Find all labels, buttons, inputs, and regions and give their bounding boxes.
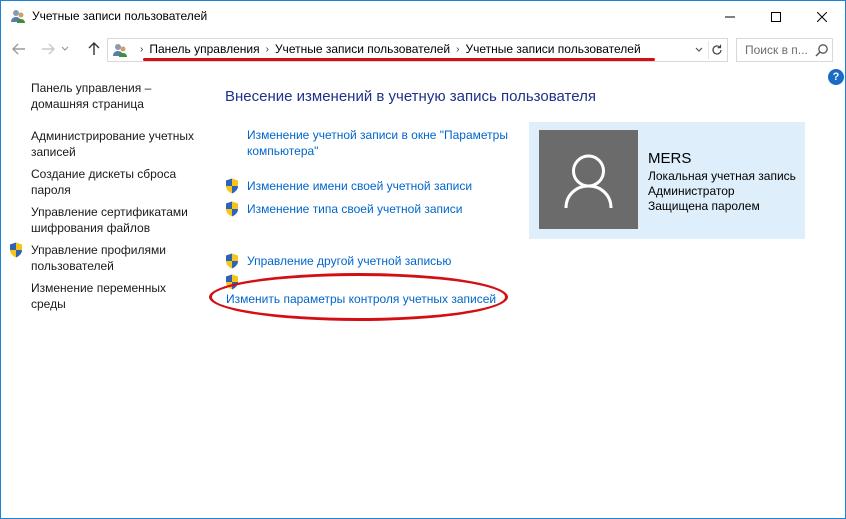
sidebar-item-label: Создание дискеты сброса [31, 167, 177, 181]
refresh-button[interactable] [708, 41, 725, 59]
back-button[interactable] [10, 40, 28, 58]
chevron-down-icon [695, 47, 703, 52]
breadcrumb: › Панель управления › Учетные записи пол… [134, 42, 641, 56]
avatar [539, 130, 638, 229]
close-icon [817, 11, 827, 22]
user-accounts-icon [113, 44, 127, 57]
minimize-button[interactable] [707, 1, 753, 32]
control-panel-window: Учетные записи пользователей › Панель уп… [0, 0, 846, 519]
breadcrumb-user-accounts-current[interactable]: Учетные записи пользователей [465, 42, 640, 56]
up-button[interactable] [85, 40, 103, 58]
user-accounts-icon [11, 10, 25, 23]
uac-shield-icon [226, 253, 238, 269]
page-title: Внесение изменений в учетную запись поль… [225, 88, 596, 105]
sidebar-home-link[interactable]: Панель управления – домашняя страница [31, 81, 151, 112]
sidebar-item-label: Управление сертификатами [31, 205, 188, 219]
uac-shield-icon [226, 178, 238, 194]
task-change-in-settings[interactable]: Изменение учетной записи в окне "Парамет… [247, 128, 508, 159]
annotation-underline [143, 58, 655, 61]
sidebar-item-label: записей [31, 144, 76, 159]
account-role: Администратор [648, 184, 735, 198]
annotation-ellipse [209, 273, 508, 321]
chevron-right-icon[interactable]: › [456, 44, 459, 55]
arrow-up-icon [88, 42, 100, 55]
sidebar-item-label: среды [31, 296, 66, 311]
close-button[interactable] [799, 1, 845, 32]
sidebar-item-encryption-certificates[interactable]: Управление сертификатами шифрования файл… [31, 205, 188, 236]
sidebar-item-label: Изменение переменных [31, 281, 167, 295]
sidebar-item-reset-disk[interactable]: Создание дискеты сброса пароля [31, 167, 176, 198]
sidebar-item-label: Администрирование учетных [31, 129, 195, 143]
arrow-left-icon [12, 43, 25, 55]
chevron-right-icon[interactable]: › [266, 44, 269, 55]
uac-shield-icon [10, 242, 22, 258]
search-icon [815, 44, 828, 57]
sidebar-item-environment-variables[interactable]: Изменение переменных среды [31, 281, 166, 312]
sidebar-item-label: пользователей [31, 258, 114, 273]
window-title: Учетные записи пользователей [32, 9, 208, 23]
sidebar-home-line-2: домашняя страница [31, 96, 144, 111]
title-bar[interactable]: Учетные записи пользователей [1, 1, 845, 32]
task-change-name[interactable]: Изменение имени своей учетной записи [247, 179, 472, 195]
maximize-icon [771, 11, 781, 22]
forward-button[interactable] [39, 40, 57, 58]
breadcrumb-user-accounts[interactable]: Учетные записи пользователей [275, 42, 450, 56]
recent-locations-button[interactable] [59, 40, 71, 58]
help-button[interactable]: ? [828, 69, 844, 85]
user-name: MERS [648, 150, 692, 167]
task-manage-other-account[interactable]: Управление другой учетной записью [247, 254, 451, 270]
task-change-type[interactable]: Изменение типа своей учетной записи [247, 202, 462, 218]
sidebar-item-label: Управление профилями [31, 243, 166, 257]
sidebar-home-line-1: Панель управления – [31, 81, 152, 95]
search-placeholder: Поиск в п... [745, 43, 808, 57]
minimize-icon [725, 16, 735, 17]
sidebar-item-user-profiles[interactable]: Управление профилями пользователей [31, 243, 166, 274]
uac-shield-icon [226, 201, 238, 217]
breadcrumb-control-panel[interactable]: Панель управления [149, 42, 259, 56]
arrow-right-icon [42, 43, 55, 55]
address-history-button[interactable] [692, 42, 706, 58]
sidebar-item-label: шифрования файлов [31, 220, 151, 235]
account-type: Локальная учетная запись [648, 169, 796, 183]
refresh-icon [712, 44, 722, 55]
task-label: компьютера" [247, 143, 319, 158]
chevron-down-icon [61, 46, 69, 51]
password-status: Защищена паролем [648, 199, 760, 213]
chevron-right-icon[interactable]: › [140, 44, 143, 55]
user-silhouette-icon [564, 154, 613, 209]
user-card: MERS Локальная учетная запись Администра… [529, 122, 805, 239]
sidebar-item-label: пароля [31, 182, 71, 197]
search-input[interactable]: Поиск в п... [736, 38, 833, 62]
maximize-button[interactable] [753, 1, 799, 32]
task-label: Изменение учетной записи в окне "Парамет… [247, 128, 508, 142]
sidebar-item-manage-accounts[interactable]: Администрирование учетных записей [31, 129, 194, 160]
